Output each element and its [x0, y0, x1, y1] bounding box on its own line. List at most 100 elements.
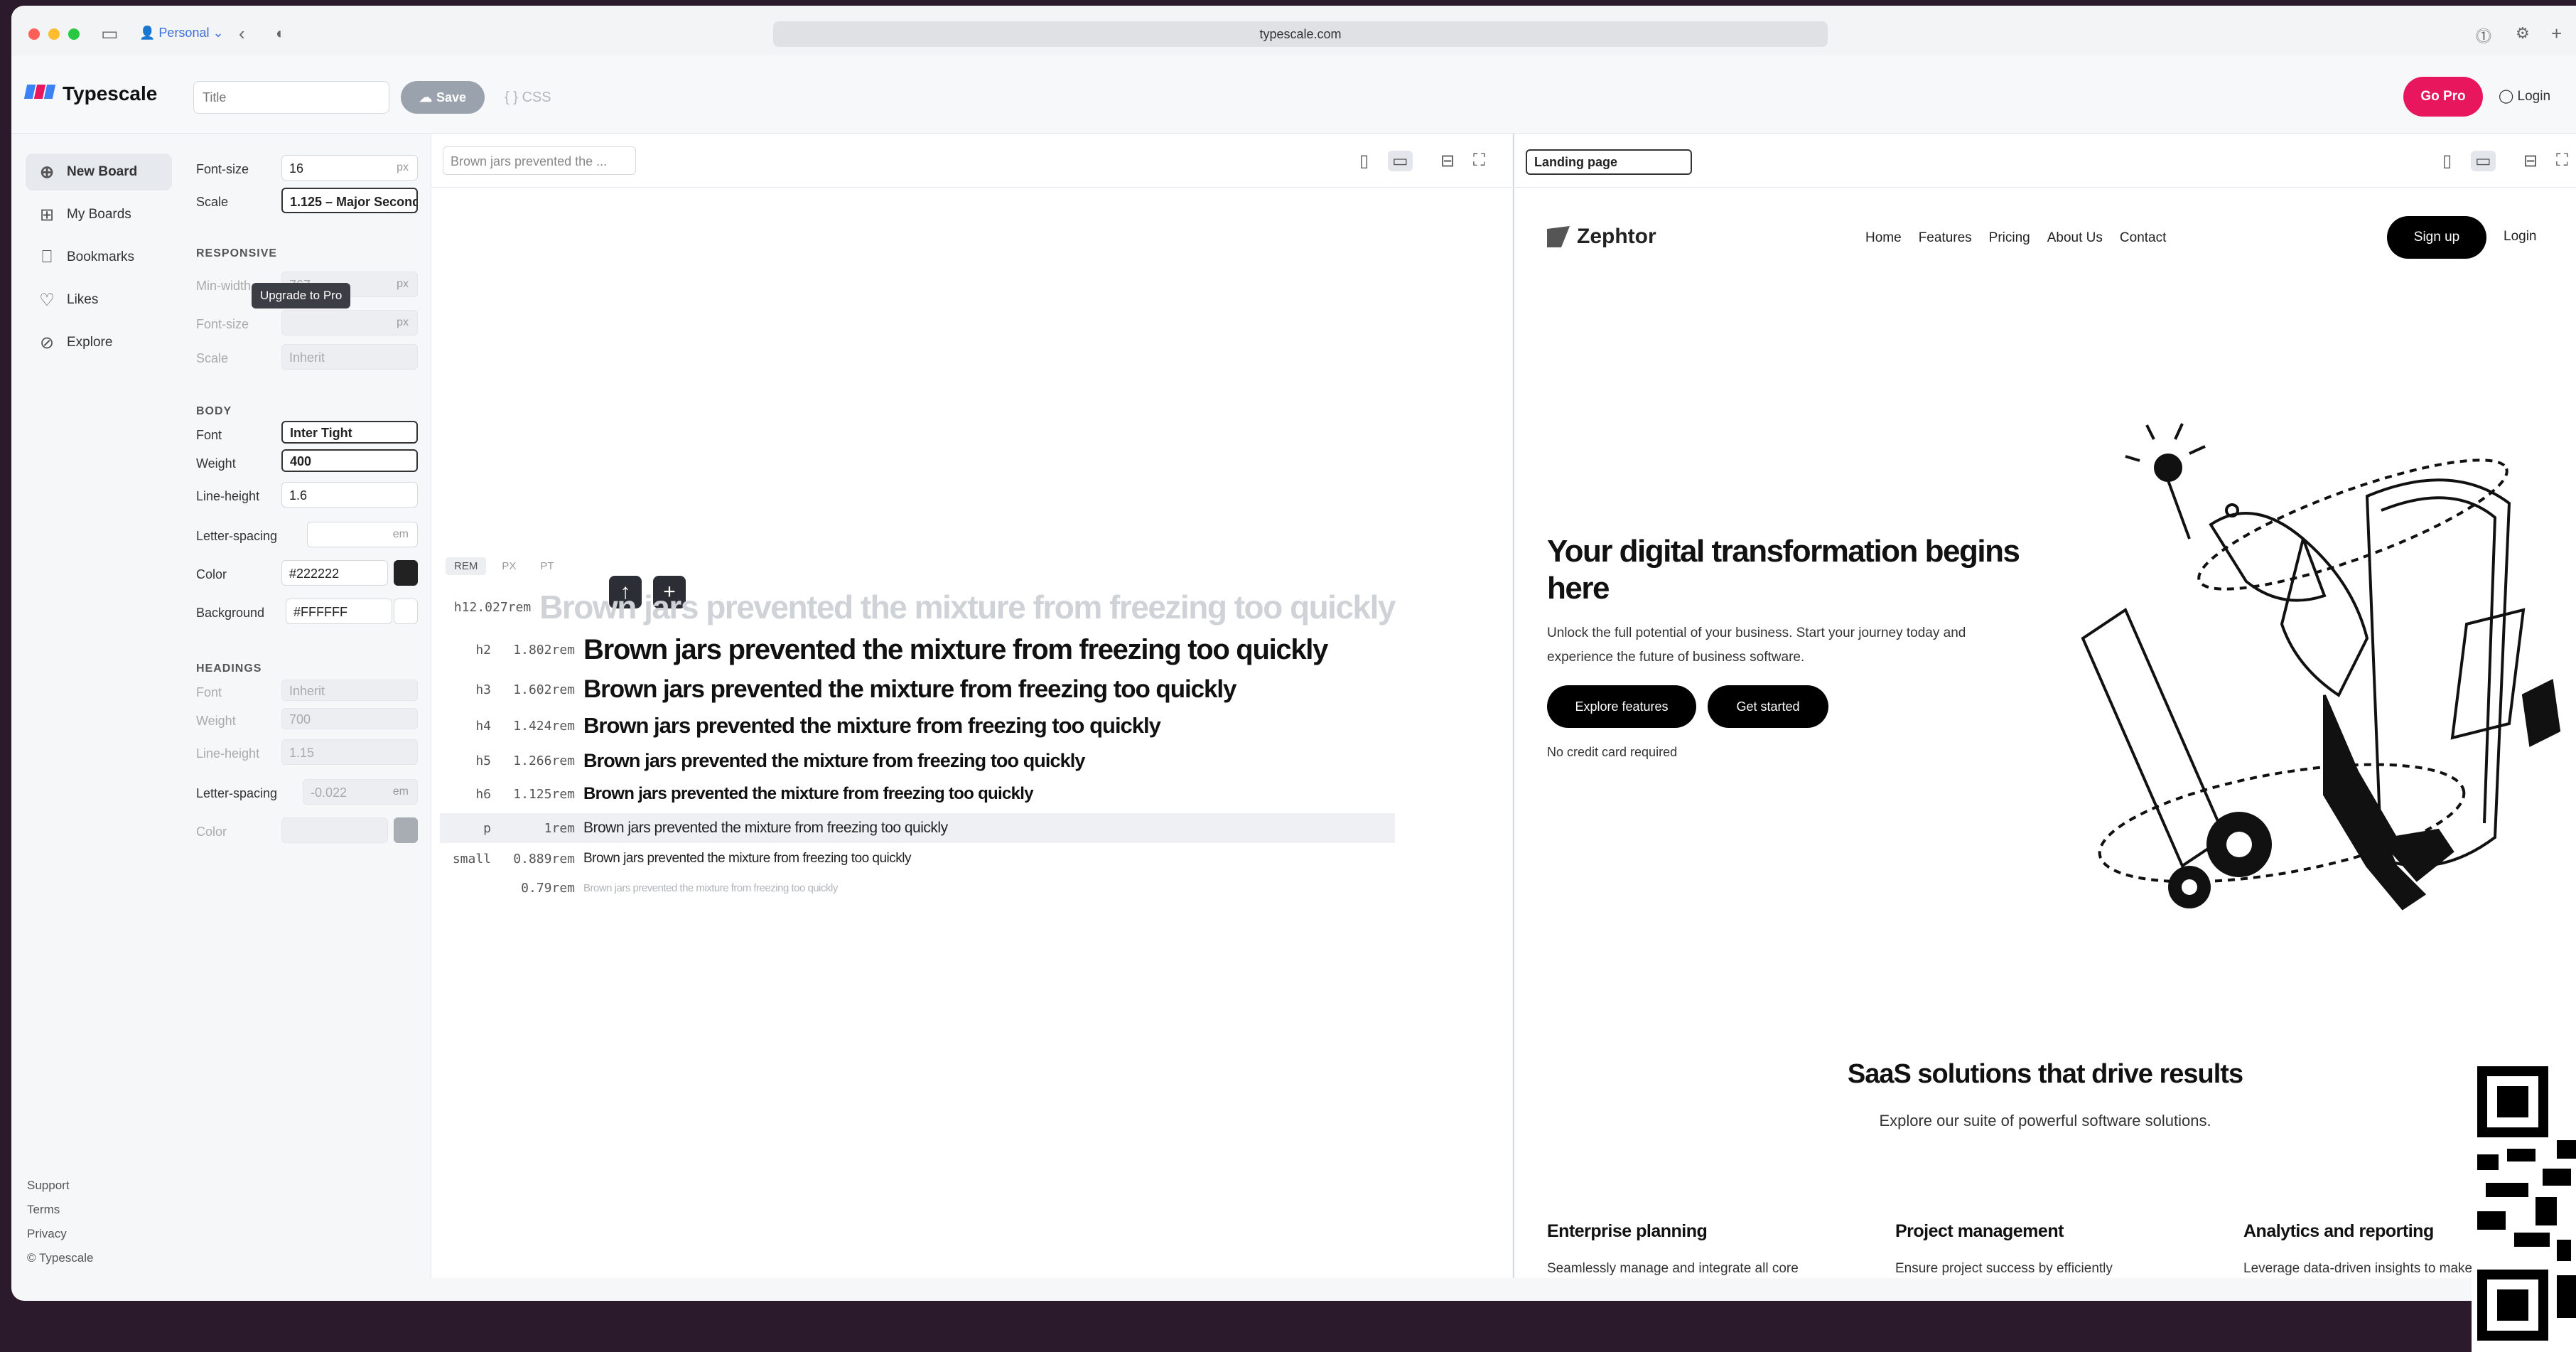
terms-link[interactable]: Terms: [27, 1203, 60, 1217]
line-height-label: Line-height: [196, 489, 260, 503]
background-swatch[interactable]: [394, 599, 418, 624]
site-nav: Home Features Pricing About Us Contact: [1865, 230, 2166, 246]
unit-tab-px[interactable]: PX: [493, 557, 524, 575]
color-input[interactable]: #222222: [281, 560, 388, 586]
login-link[interactable]: ◯ Login: [2499, 88, 2550, 104]
unit-tab-rem[interactable]: REM: [446, 557, 487, 575]
site-nav-contact[interactable]: Contact: [2120, 230, 2166, 246]
type-tag: h4: [475, 718, 491, 734]
sidebar-toggle-icon[interactable]: ▭: [101, 23, 119, 45]
mobile-view-icon[interactable]: ▯: [1359, 151, 1369, 171]
scale-select[interactable]: 1.125 – Major Second: [281, 188, 418, 213]
go-pro-button[interactable]: Go Pro: [2403, 77, 2483, 117]
user-icon: ◯: [2499, 89, 2514, 104]
type-row-xsmall[interactable]: 0.79rem Brown jars prevented the mixture…: [440, 874, 1395, 901]
typescale-logo[interactable]: Typescale: [23, 82, 158, 105]
layout-icon[interactable]: ⊟: [1440, 151, 1455, 171]
bookmark-icon: ⎕: [41, 247, 53, 267]
headings-line-height-input[interactable]: 1.15: [281, 739, 418, 765]
saas-title: SaaS solutions that drive results: [1847, 1059, 2243, 1089]
profile-label: Personal: [158, 26, 210, 40]
new-tab-icon[interactable]: +: [2551, 23, 2562, 45]
browser-window: ▭ 👤 Personal ⌄ ‹ ◐ typescale.com ⓵ ⚙ + T…: [11, 6, 2576, 1301]
fullscreen-icon[interactable]: ⛶: [1473, 151, 1485, 171]
color-label: Color: [196, 567, 227, 581]
responsive-font-size-input[interactable]: px: [281, 310, 418, 336]
template-select[interactable]: Landing page: [1526, 149, 1692, 175]
type-row-h3[interactable]: h3 1.602rem Brown jars prevented the mix…: [440, 672, 1395, 707]
save-button[interactable]: ☁ Save: [401, 81, 485, 114]
headings-letter-spacing-input[interactable]: -0.022 em: [303, 779, 418, 805]
zoom-window-button[interactable]: [68, 28, 80, 40]
responsive-scale-label: Scale: [196, 351, 229, 365]
cloud-icon: ☁: [419, 90, 432, 104]
get-started-button[interactable]: Get started: [1708, 685, 1828, 728]
address-bar[interactable]: typescale.com: [773, 21, 1828, 47]
type-rem: 0.889rem: [513, 851, 575, 867]
support-link[interactable]: Support: [27, 1179, 70, 1193]
type-sample: Brown jars prevented the mixture from fr…: [583, 784, 1034, 803]
download-icon[interactable]: ⓵: [2476, 24, 2491, 47]
minimize-window-button[interactable]: [48, 28, 60, 40]
responsive-font-size-unit: px: [397, 316, 409, 328]
nav-new-board[interactable]: ⊕ New Board: [26, 154, 172, 191]
min-width-label: Min-width: [196, 279, 252, 293]
desktop-view-icon[interactable]: ▭: [2471, 151, 2496, 171]
site-nav-home[interactable]: Home: [1865, 230, 1902, 246]
type-sample: Brown jars prevented the mixture from fr…: [539, 589, 1396, 626]
nav-explore[interactable]: ⊘ Explore: [26, 324, 172, 361]
site-nav-about[interactable]: About Us: [2047, 230, 2103, 246]
headings-color-swatch[interactable]: [394, 817, 418, 843]
body-font-select[interactable]: Inter Tight: [281, 421, 418, 444]
css-export-button[interactable]: { } CSS: [505, 90, 551, 106]
mobile-view-icon[interactable]: ▯: [2442, 151, 2452, 171]
shield-icon[interactable]: ◐: [276, 24, 285, 43]
font-size-input[interactable]: 16 px: [281, 155, 418, 181]
type-row-h2[interactable]: h2 1.802rem Brown jars prevented the mix…: [440, 631, 1395, 668]
brand-name: Typescale: [63, 82, 158, 104]
unit-tab-pt[interactable]: PT: [532, 557, 562, 575]
type-row-h5[interactable]: h5 1.266rem Brown jars prevented the mix…: [440, 745, 1395, 776]
body-weight-select[interactable]: 400: [281, 449, 418, 472]
nav-my-boards[interactable]: ⊞ My Boards: [26, 196, 172, 233]
desktop-view-icon[interactable]: ▭: [1388, 151, 1413, 171]
type-rem: 1.125rem: [513, 786, 575, 802]
type-row-h1[interactable]: h1 2.027rem Brown jars prevented the mix…: [440, 587, 1396, 627]
type-row-small[interactable]: small 0.889rem Brown jars prevented the …: [440, 844, 1395, 873]
type-row-h4[interactable]: h4 1.424rem Brown jars prevented the mix…: [440, 709, 1395, 742]
headings-color-input[interactable]: [281, 817, 388, 843]
back-icon[interactable]: ‹: [239, 23, 245, 45]
nav-likes[interactable]: ♡ Likes: [26, 281, 172, 318]
body-heading: BODY: [196, 405, 232, 417]
type-row-h6[interactable]: h6 1.125rem Brown jars prevented the mix…: [440, 779, 1395, 809]
background-input[interactable]: #FFFFFF: [286, 599, 392, 624]
line-height-input[interactable]: 1.6: [281, 482, 418, 508]
color-swatch[interactable]: [394, 560, 418, 586]
fullscreen-icon[interactable]: ⛶: [2556, 151, 2568, 171]
feature-title: Enterprise planning: [1547, 1221, 1708, 1241]
type-sample: Brown jars prevented the mixture from fr…: [583, 675, 1236, 703]
zephtor-logo[interactable]: Zephtor: [1547, 225, 1656, 249]
responsive-scale-select[interactable]: Inherit: [281, 344, 418, 370]
site-login-link[interactable]: Login: [2504, 229, 2537, 245]
type-rem: 1rem: [544, 820, 575, 836]
close-window-button[interactable]: [28, 28, 40, 40]
letter-spacing-input[interactable]: em: [307, 522, 418, 547]
nav-bookmarks[interactable]: ⎕ Bookmarks: [26, 239, 172, 276]
qr-code-image: [2472, 1062, 2576, 1352]
headings-font-label: Font: [196, 685, 222, 699]
layout-icon[interactable]: ⊟: [2523, 151, 2538, 171]
headings-font-select[interactable]: Inherit: [281, 680, 418, 701]
headings-weight-select[interactable]: 700: [281, 708, 418, 729]
profile-switcher[interactable]: 👤 Personal ⌄: [139, 26, 224, 41]
copyright-text: © Typescale: [27, 1251, 94, 1265]
settings-gear-icon[interactable]: ⚙: [2516, 24, 2530, 43]
site-nav-features[interactable]: Features: [1919, 230, 1972, 246]
explore-features-button[interactable]: Explore features: [1547, 685, 1696, 728]
preview-text-input[interactable]: Brown jars prevented the ...: [443, 146, 636, 175]
board-title-input[interactable]: [193, 81, 389, 114]
type-row-p[interactable]: p 1rem Brown jars prevented the mixture …: [440, 813, 1395, 843]
privacy-link[interactable]: Privacy: [27, 1227, 67, 1241]
site-nav-pricing[interactable]: Pricing: [1989, 230, 2030, 246]
sign-up-button[interactable]: Sign up: [2387, 216, 2486, 259]
